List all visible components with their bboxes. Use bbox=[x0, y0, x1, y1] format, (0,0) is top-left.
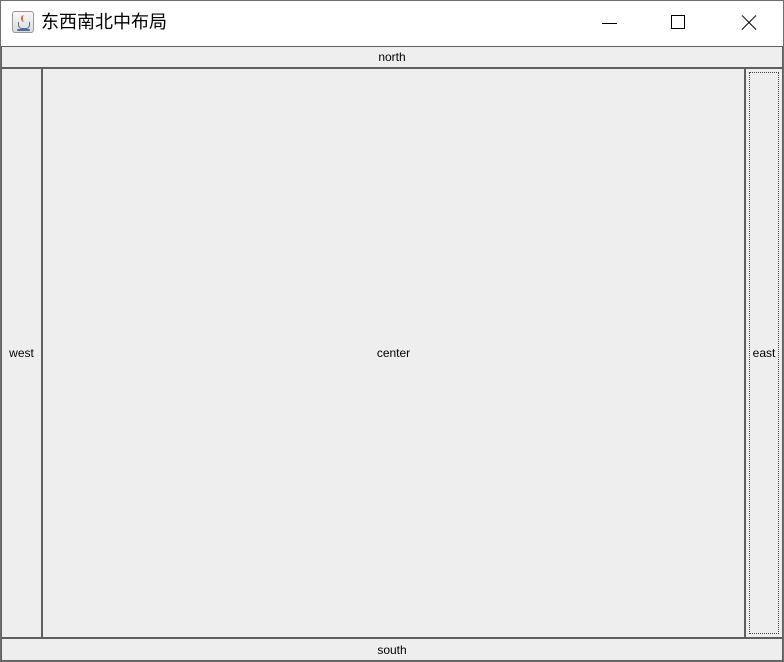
close-icon bbox=[741, 15, 757, 31]
east-button[interactable]: east bbox=[745, 68, 783, 638]
app-window: 东西南北中布局 north west center east south bbox=[0, 0, 784, 662]
java-coffee-cup-icon[interactable] bbox=[12, 11, 34, 33]
minimize-icon bbox=[602, 23, 617, 24]
center-button[interactable]: center bbox=[42, 68, 745, 638]
window-title: 东西南北中布局 bbox=[41, 12, 167, 33]
maximize-button[interactable] bbox=[655, 1, 701, 46]
close-button[interactable] bbox=[726, 1, 772, 46]
title-bar[interactable]: 东西南北中布局 bbox=[1, 1, 783, 46]
minimize-button[interactable] bbox=[586, 1, 632, 46]
maximize-icon bbox=[671, 15, 685, 29]
north-button[interactable]: north bbox=[1, 46, 783, 68]
east-button-label: east bbox=[752, 346, 776, 360]
south-button[interactable]: south bbox=[1, 638, 783, 661]
west-button[interactable]: west bbox=[1, 68, 42, 638]
